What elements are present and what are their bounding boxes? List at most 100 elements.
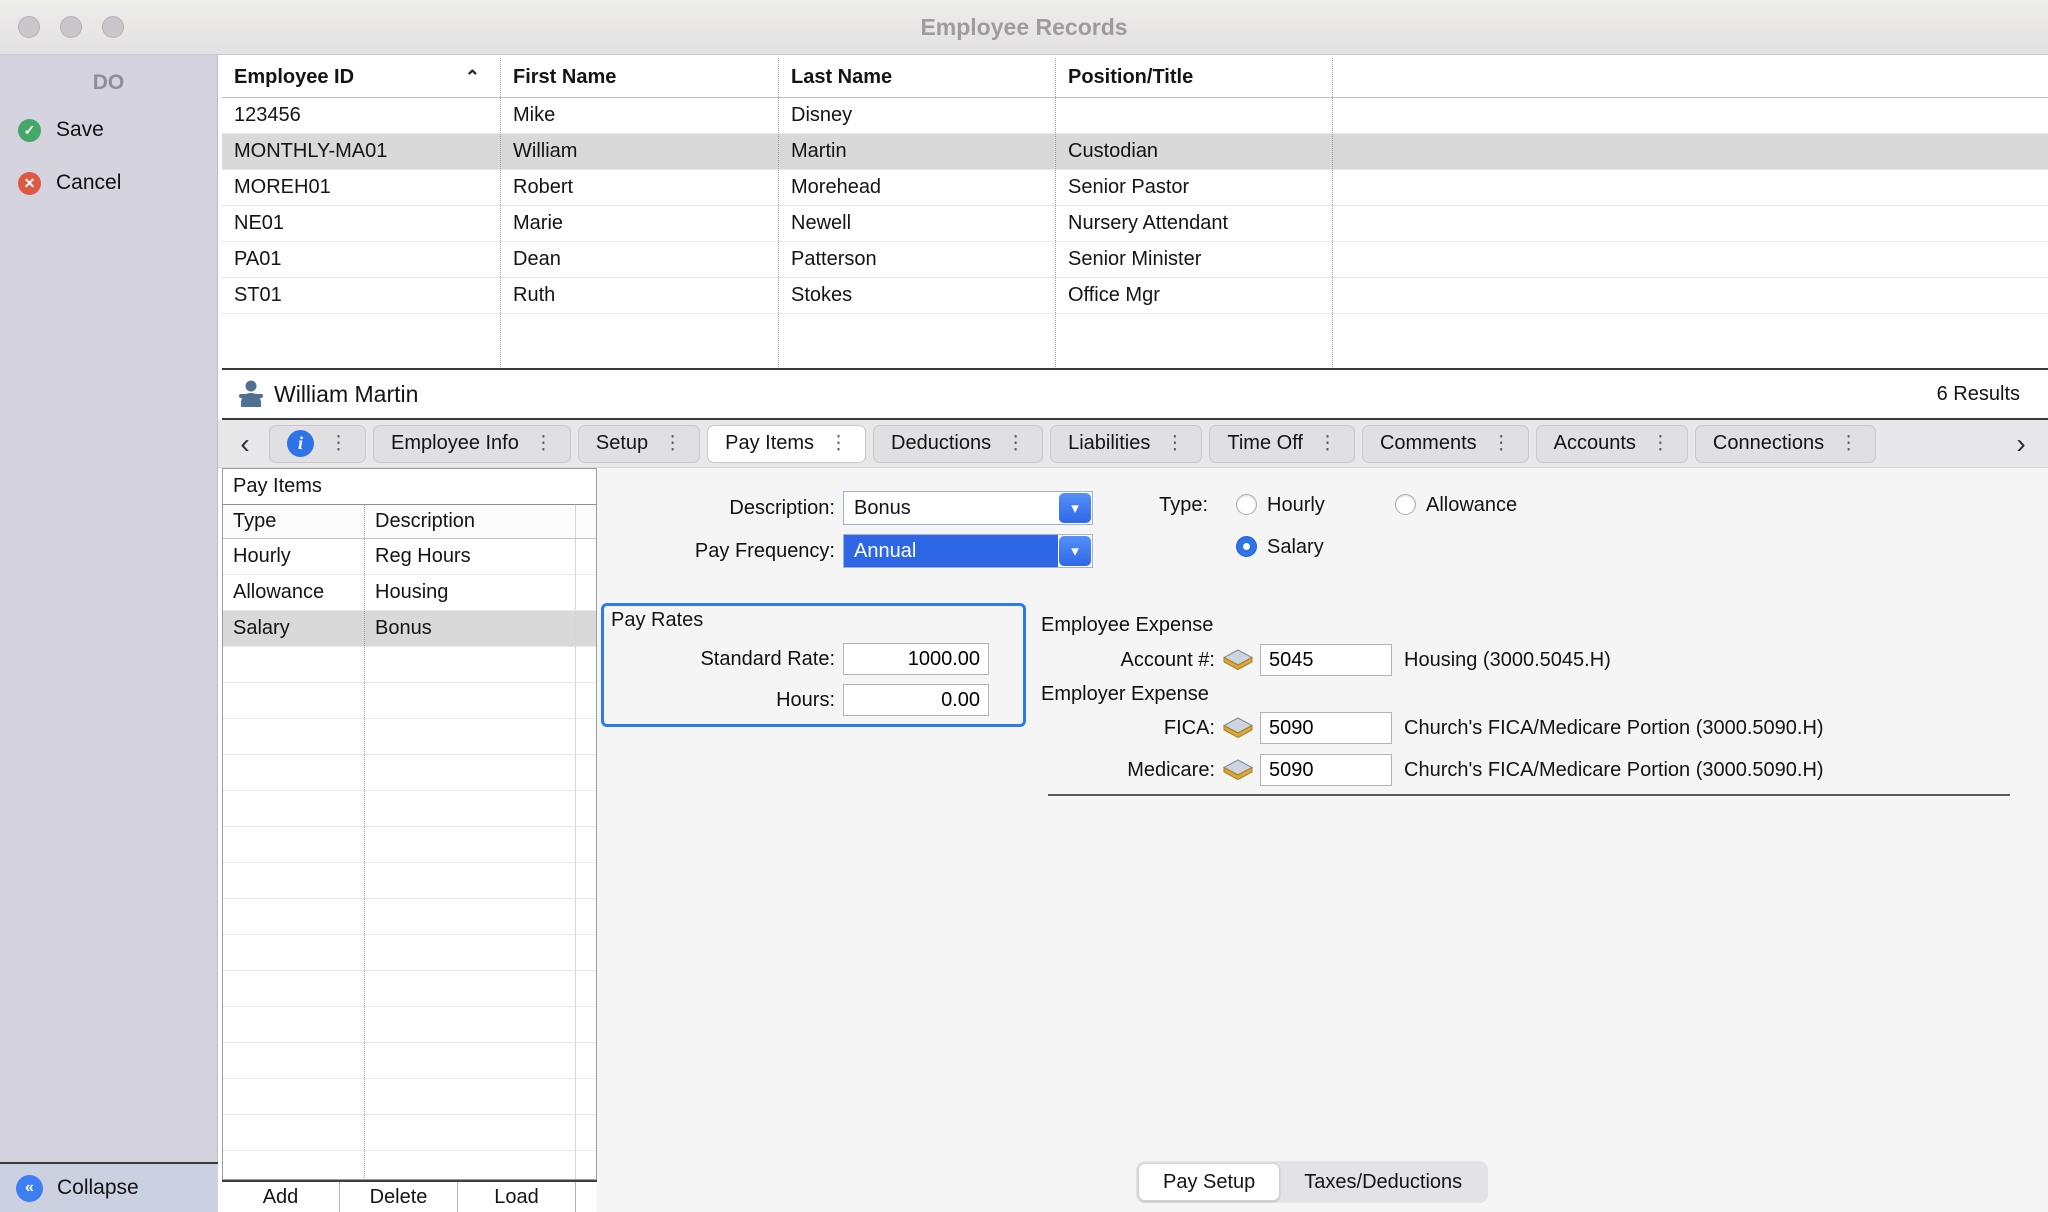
pay-items-panel-title: Pay Items [223,469,596,505]
employee-records-window: Employee Records DO ✓ Save ✕ Cancel « Co… [0,0,2048,1212]
medicare-label: Medicare: [1041,754,1215,787]
description-label: Description: [597,491,835,525]
cancel-x-icon: ✕ [18,172,41,195]
hours-input[interactable] [843,684,989,716]
radio-salary[interactable] [1236,536,1257,557]
pay-item-form: Description: Bonus ▾ Pay Frequency: Annu… [597,468,2048,1212]
medicare-account-input[interactable] [1260,754,1392,786]
radio-allowance-label[interactable]: Allowance [1426,494,1517,516]
tab-menu-icon[interactable]: ⋮ [1839,432,1858,455]
pay-setup-tabs: Pay Setup Taxes/Deductions [1136,1161,1488,1203]
employee-expense-title: Employee Expense [1041,614,1213,637]
column-header-type[interactable]: Type [223,505,364,538]
list-item-empty [223,791,596,827]
tab-menu-icon[interactable]: ⋮ [1165,432,1184,455]
fica-account-input[interactable] [1260,712,1392,744]
pay-items-panel: Pay Items Type Description Hourly Reg Ho… [222,468,597,1180]
chevron-down-icon[interactable]: ▾ [1059,493,1091,523]
cancel-button[interactable]: ✕ Cancel [0,168,218,198]
pay-frequency-dropdown[interactable]: Annual ▾ [843,534,1093,568]
chevron-down-icon[interactable]: ▾ [1059,536,1091,566]
pay-rates-title: Pay Rates [611,609,703,632]
description-value: Bonus [844,492,1058,524]
add-button[interactable]: Add [222,1182,340,1212]
tab-info[interactable]: i ⋮ [269,425,366,463]
pay-frequency-label: Pay Frequency: [597,534,835,568]
fica-lookup-icon[interactable] [1223,717,1253,739]
standard-rate-input[interactable] [843,643,989,675]
list-item-empty [223,971,596,1007]
fica-description: Church's FICA/Medicare Portion (3000.509… [1404,712,1824,745]
radio-hourly-label[interactable]: Hourly [1267,494,1325,516]
column-header-description[interactable]: Description [364,505,575,538]
selected-employee-name: William Martin [274,381,418,408]
list-item-empty [223,683,596,719]
tab-setup[interactable]: Setup ⋮ [578,425,700,463]
collapse-sidebar-button[interactable]: « Collapse [0,1162,218,1212]
list-item[interactable]: Allowance Housing [223,575,596,611]
save-button[interactable]: ✓ Save [0,115,218,145]
tab-menu-icon[interactable]: ⋮ [534,432,553,455]
radio-salary-label[interactable]: Salary [1267,536,1324,558]
tab-accounts[interactable]: Accounts ⋮ [1536,425,1688,463]
description-dropdown[interactable]: Bonus ▾ [843,491,1093,525]
tab-comments[interactable]: Comments ⋮ [1362,425,1529,463]
sidebar-header: DO [0,71,217,95]
radio-allowance[interactable] [1395,494,1416,515]
tab-liabilities[interactable]: Liabilities ⋮ [1050,425,1202,463]
column-header-first-name[interactable]: First Name [500,58,778,97]
tab-deductions[interactable]: Deductions ⋮ [873,425,1043,463]
table-row[interactable]: 123456 Mike Disney [222,98,2048,134]
delete-button[interactable]: Delete [340,1182,458,1212]
column-header-last-name[interactable]: Last Name [778,58,1055,97]
tab-menu-icon[interactable]: ⋮ [1492,432,1511,455]
table-row[interactable]: MOREH01 Robert Morehead Senior Pastor [222,170,2048,206]
list-item[interactable]: Hourly Reg Hours [223,539,596,575]
table-row[interactable]: NE01 Marie Newell Nursery Attendant [222,206,2048,242]
account-number-label: Account #: [1041,644,1215,677]
tab-employee-info[interactable]: Employee Info ⋮ [373,425,571,463]
sidebar: DO ✓ Save ✕ Cancel « Collapse [0,55,218,1212]
window-title: Employee Records [0,0,2048,54]
person-icon [238,379,264,409]
tab-menu-icon[interactable]: ⋮ [329,432,348,455]
standard-rate-label: Standard Rate: [597,643,835,675]
tab-taxes-deductions[interactable]: Taxes/Deductions [1280,1163,1486,1201]
radio-hourly[interactable] [1236,494,1257,515]
section-divider [1048,794,2010,796]
save-check-icon: ✓ [18,119,41,142]
pay-frequency-value: Annual [844,535,1058,567]
list-item-empty [223,899,596,935]
tab-pay-setup[interactable]: Pay Setup [1138,1163,1280,1201]
tab-time-off[interactable]: Time Off ⋮ [1209,425,1355,463]
tab-menu-icon[interactable]: ⋮ [829,432,848,455]
tab-menu-icon[interactable]: ⋮ [1006,432,1025,455]
list-item-empty [223,647,596,683]
table-row[interactable]: PA01 Dean Patterson Senior Minister [222,242,2048,278]
account-lookup-icon[interactable] [1223,649,1253,671]
list-item-empty [223,1007,596,1043]
load-button[interactable]: Load [458,1182,576,1212]
tabs-scroll-left-icon[interactable]: ‹ [228,425,262,463]
table-row[interactable]: ST01 Ruth Stokes Office Mgr [222,278,2048,314]
list-item-selected[interactable]: Salary Bonus [223,611,596,647]
list-item-empty [223,755,596,791]
medicare-lookup-icon[interactable] [1223,759,1253,781]
tabs-scroll-right-icon[interactable]: › [2004,425,2038,463]
save-label: Save [56,118,104,142]
tab-pay-items[interactable]: Pay Items ⋮ [707,425,866,463]
tab-menu-icon[interactable]: ⋮ [1318,432,1337,455]
medicare-description: Church's FICA/Medicare Portion (3000.509… [1404,754,1824,787]
tab-connections[interactable]: Connections ⋮ [1695,425,1876,463]
column-header-employee-id[interactable]: Employee ID ⌃ [222,58,500,97]
column-header-position[interactable]: Position/Title [1055,58,1332,97]
pay-items-column-headers: Type Description [223,505,596,539]
tab-menu-icon[interactable]: ⋮ [663,432,682,455]
table-empty-area [222,314,2048,369]
employer-expense-title: Employer Expense [1041,683,1209,706]
account-number-input[interactable] [1260,644,1392,676]
table-row-selected[interactable]: MONTHLY-MA01 William Martin Custodian [222,134,2048,170]
title-bar: Employee Records [0,0,2048,55]
record-bar: William Martin 6 Results [222,370,2048,420]
tab-menu-icon[interactable]: ⋮ [1651,432,1670,455]
